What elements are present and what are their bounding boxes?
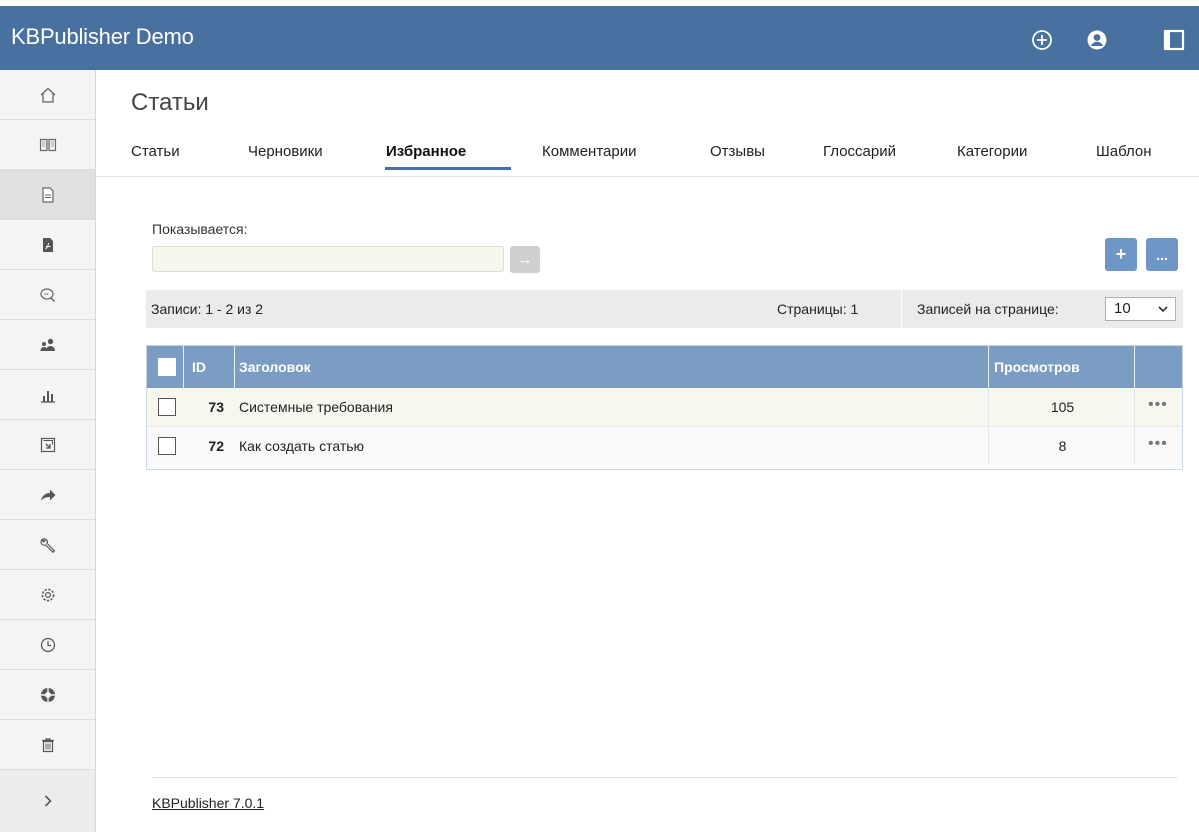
lifebuoy-icon [40, 687, 55, 702]
row-checkbox[interactable] [158, 437, 176, 455]
row-views: 105 [1050, 399, 1075, 415]
column-divider [1134, 427, 1135, 465]
favorites-table: ID Заголовок Просмотров 73 Системные тре… [146, 345, 1183, 470]
column-divider [234, 346, 235, 388]
bar-chart-icon [40, 390, 55, 403]
divider [901, 290, 902, 328]
tab-feedback[interactable]: Отзывы [710, 143, 765, 160]
home-icon [40, 87, 55, 103]
per-page-select[interactable]: 10 [1105, 297, 1176, 321]
column-header-id[interactable]: ID [192, 346, 206, 388]
sidebar-item-import[interactable] [0, 420, 95, 470]
column-divider [988, 346, 989, 388]
row-views: 8 [1058, 438, 1067, 454]
sidebar-item-reports[interactable] [0, 370, 95, 420]
table-row[interactable]: 73 Системные требования 105 ••• [147, 388, 1182, 427]
pages-info: Страницы: 1 [777, 301, 859, 317]
row-title[interactable]: Как создать статью [239, 427, 364, 465]
share-arrow-icon [40, 489, 55, 501]
filter-go-button[interactable]: → [510, 246, 540, 273]
pdf-file-icon [42, 237, 53, 252]
window-icon[interactable] [1162, 28, 1186, 52]
chat-search-icon [39, 287, 55, 302]
table-header: ID Заголовок Просмотров [147, 346, 1182, 388]
wrench-icon [39, 537, 55, 553]
sidebar [0, 70, 96, 832]
sidebar-item-help[interactable] [0, 670, 95, 720]
tab-comments[interactable]: Комментарии [542, 143, 636, 160]
divider [96, 176, 1199, 177]
per-page-value: 10 [1114, 300, 1131, 317]
column-divider [988, 388, 989, 426]
row-id: 73 [208, 399, 224, 415]
chevron-right-icon [44, 795, 52, 807]
sidebar-item-export[interactable] [0, 470, 95, 520]
chevron-down-icon [1157, 302, 1169, 319]
add-circle-icon[interactable] [1030, 28, 1054, 52]
footer-divider [152, 777, 1177, 778]
row-menu-button[interactable]: ••• [1148, 388, 1168, 426]
table-row[interactable]: 72 Как создать статью 8 ••• [147, 427, 1182, 465]
sidebar-item-home[interactable] [0, 70, 95, 120]
import-icon [40, 437, 55, 452]
app-title[interactable]: KBPublisher Demo [11, 24, 194, 50]
tab-glossary[interactable]: Глоссарий [823, 143, 896, 160]
row-checkbox[interactable] [158, 398, 176, 416]
active-tab-indicator [385, 167, 511, 170]
tab-favorites[interactable]: Избранное [386, 143, 466, 160]
arrow-right-icon: → [517, 251, 533, 268]
users-icon [40, 338, 55, 351]
tab-articles[interactable]: Статьи [131, 143, 180, 160]
column-divider [183, 346, 184, 388]
filter-input[interactable] [152, 246, 504, 272]
row-title[interactable]: Системные требования [239, 388, 393, 426]
column-divider [1134, 388, 1135, 426]
user-circle-icon[interactable] [1085, 28, 1109, 52]
records-count: Записи: 1 - 2 из 2 [151, 301, 264, 317]
per-page-label: Записей на странице: [917, 301, 1059, 317]
paging-bar: Записи: 1 - 2 из 2 Страницы: 1 Записей н… [146, 290, 1183, 328]
sidebar-item-files[interactable] [0, 220, 95, 270]
row-id: 72 [208, 438, 224, 454]
document-icon [41, 186, 54, 203]
sidebar-item-settings[interactable] [0, 570, 95, 620]
trash-icon [41, 737, 54, 752]
sidebar-item-trash[interactable] [0, 720, 95, 770]
column-header-views[interactable]: Просмотров [994, 346, 1080, 388]
sidebar-item-users[interactable] [0, 320, 95, 370]
tab-bar: Статьи Черновики Избранное Комментарии О… [131, 143, 1181, 173]
tab-categories[interactable]: Категории [957, 143, 1027, 160]
sidebar-item-articles[interactable] [0, 170, 95, 220]
filter-label: Показывается: [152, 221, 248, 237]
version-link[interactable]: KBPublisher 7.0.1 [152, 795, 264, 811]
add-article-button[interactable]: + [1105, 238, 1137, 271]
page-title: Статьи [131, 89, 209, 116]
sidebar-item-comments[interactable] [0, 270, 95, 320]
column-header-title[interactable]: Заголовок [239, 346, 311, 388]
sidebar-item-tools[interactable] [0, 520, 95, 570]
select-all-checkbox[interactable] [158, 358, 176, 376]
gear-icon [41, 588, 54, 601]
tab-templates[interactable]: Шаблон [1096, 143, 1152, 160]
sidebar-item-history[interactable] [0, 620, 95, 670]
tab-drafts[interactable]: Черновики [248, 143, 323, 160]
column-divider [988, 427, 989, 465]
book-icon [39, 138, 56, 151]
more-actions-button[interactable]: ... [1146, 238, 1178, 271]
sidebar-expand-button[interactable] [0, 770, 95, 832]
sidebar-item-book[interactable] [0, 120, 95, 170]
top-bar: KBPublisher Demo [0, 0, 1199, 70]
row-menu-button[interactable]: ••• [1148, 427, 1168, 465]
clock-icon [40, 637, 55, 652]
column-divider [1134, 346, 1135, 388]
